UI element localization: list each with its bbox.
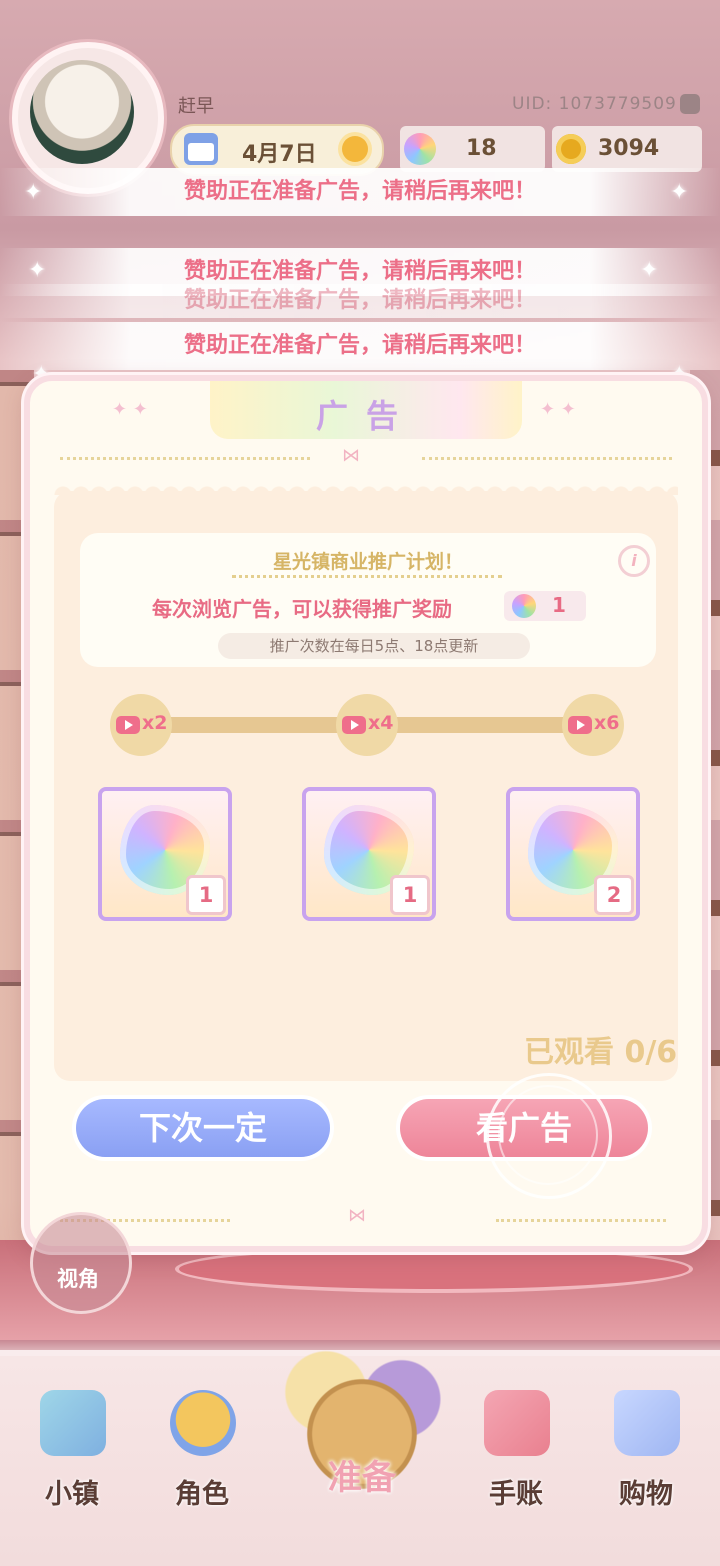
toast-message: 赞助正在准备广告，请稍后再来吧！ — [0, 322, 720, 370]
video-play-icon — [568, 716, 592, 734]
plan-title: 星光镇商业推广计划！ — [272, 551, 463, 573]
star-decoration-icon: ✦ ✦ — [540, 399, 576, 420]
nav-shop-label: 购物 — [619, 1479, 673, 1510]
nav-character[interactable]: 角色 — [142, 1380, 262, 1530]
coin-counter[interactable]: 3094 — [552, 126, 702, 172]
reward-slot[interactable]: 1 — [98, 787, 232, 921]
watched-progress: 已观看 0/6 — [524, 1035, 678, 1070]
nav-prepare-label[interactable]: 准备 — [272, 1450, 452, 1499]
video-play-icon — [342, 716, 366, 734]
sparkle-icon: ✦ — [24, 180, 43, 205]
reward-quantity: 1 — [390, 875, 430, 915]
coin-count: 3094 — [598, 136, 660, 161]
reward-slot[interactable]: 2 — [506, 787, 640, 921]
nav-shop[interactable]: 购物 — [586, 1380, 706, 1530]
gem-counter[interactable]: 18 — [400, 126, 545, 172]
milestone-node: x4 — [336, 694, 398, 756]
nav-journal-label: 手账 — [489, 1479, 543, 1510]
rug-decoration — [175, 1245, 693, 1293]
player-uid: UID: 1073779509 — [512, 94, 677, 114]
divider — [422, 457, 672, 460]
milestone-node: x6 — [562, 694, 624, 756]
copy-icon[interactable] — [680, 94, 700, 114]
tap-ring-effect — [498, 1085, 598, 1185]
view-angle-label: 视角 — [57, 1267, 99, 1291]
info-icon[interactable]: i — [618, 545, 650, 577]
milestone-node: x2 — [110, 694, 172, 756]
divider — [496, 1219, 666, 1222]
view-angle-button[interactable]: 视角 — [30, 1212, 132, 1314]
gem-count: 18 — [466, 136, 497, 161]
toast-message: 赞助正在准备广告，请稍后再来吧！ — [0, 284, 720, 318]
star-decoration-icon: ✦ ✦ — [112, 399, 148, 420]
sparkle-icon: ✦ — [28, 258, 47, 283]
promotion-info-card: 星光镇商业推广计划！ i 每次浏览广告，可以获得推广奖励 1 推广次数在每日5点… — [80, 533, 656, 667]
calendar-icon — [184, 133, 218, 165]
nav-town-label: 小镇 — [45, 1479, 99, 1510]
refresh-note: 推广次数在每日5点、18点更新 — [218, 633, 530, 659]
nav-character-label: 角色 — [175, 1479, 229, 1510]
milestone-label: x4 — [368, 712, 394, 734]
divider — [60, 457, 310, 460]
sparkle-icon: ✦ — [640, 258, 659, 283]
reward-description: 每次浏览广告，可以获得推广奖励 — [152, 597, 452, 621]
character-icon — [170, 1390, 236, 1456]
ad-dialog: 广告 ✦ ✦ ✦ ✦ ⋈ 星光镇商业推广计划！ i 每次浏览广告，可以获得推广奖… — [24, 375, 708, 1252]
video-play-icon — [116, 716, 140, 734]
milestone-label: x2 — [142, 712, 168, 734]
dialog-title: 广告 — [315, 397, 416, 435]
toast-message: 赞助正在准备广告，请稍后再来吧！ — [0, 168, 720, 216]
shopping-bag-icon — [614, 1390, 680, 1456]
avatar-portrait — [30, 60, 134, 164]
journal-icon — [484, 1390, 550, 1456]
player-name: 赶早 — [178, 96, 214, 117]
bow-icon: ⋈ — [348, 1205, 366, 1226]
sun-icon — [342, 136, 368, 162]
ad-panel: 星光镇商业推广计划！ i 每次浏览广告，可以获得推广奖励 1 推广次数在每日5点… — [54, 491, 678, 1081]
reward-quantity: 2 — [594, 875, 634, 915]
reward-quantity: 1 — [186, 875, 226, 915]
rainbow-gem-icon — [404, 133, 436, 165]
sparkle-icon: ✦ — [670, 180, 689, 205]
nav-journal[interactable]: 手账 — [456, 1380, 576, 1530]
bow-icon: ⋈ — [342, 445, 360, 466]
divider — [232, 575, 502, 578]
reward-count: 1 — [552, 593, 566, 617]
rainbow-gem-icon — [512, 594, 536, 618]
skip-button[interactable]: 下次一定 — [76, 1099, 330, 1157]
map-icon — [40, 1390, 106, 1456]
milestone-label: x6 — [594, 712, 620, 734]
reward-slot[interactable]: 1 — [302, 787, 436, 921]
coin-icon — [556, 134, 586, 164]
date-text: 4月7日 — [242, 142, 317, 167]
reward-badge: 1 — [504, 591, 586, 621]
title-ribbon: 广告 — [210, 381, 522, 439]
nav-town[interactable]: 小镇 — [12, 1380, 132, 1530]
